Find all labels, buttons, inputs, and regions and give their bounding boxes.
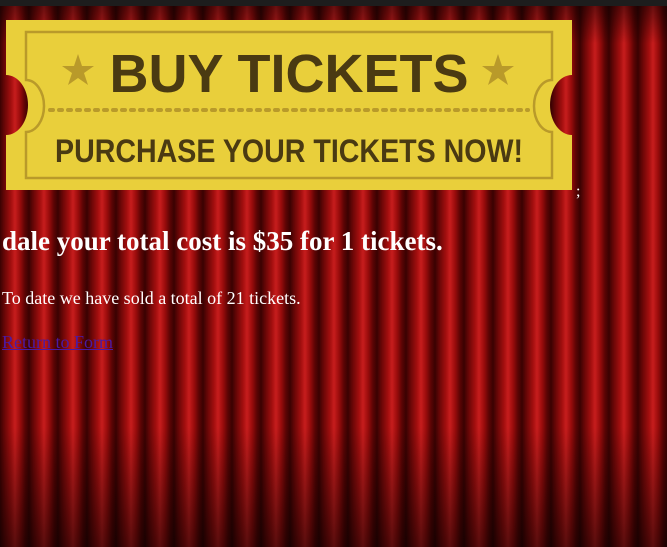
return-to-form-link[interactable]: Return to Form [2, 332, 113, 353]
total-cost-heading: dale your total cost is $35 for 1 ticket… [2, 226, 443, 256]
stray-semicolon: ; [576, 183, 581, 200]
buy-tickets-banner-image: BUY TICKETS PURCHASE YOUR TICKETS NOW! [6, 20, 572, 190]
banner-row: BUY TICKETS PURCHASE YOUR TICKETS NOW! ; [6, 20, 580, 200]
banner-subtitle: PURCHASE YOUR TICKETS NOW! [55, 133, 523, 169]
tickets-sold-summary: To date we have sold a total of 21 ticke… [2, 288, 301, 308]
top-bar [0, 0, 667, 6]
banner-title: BUY TICKETS [109, 44, 468, 104]
